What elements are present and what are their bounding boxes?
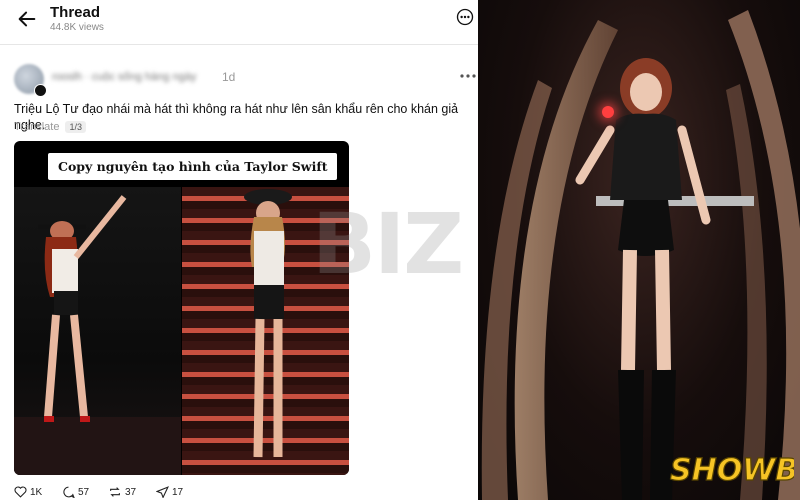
repost-button[interactable]: 37 bbox=[108, 486, 136, 498]
post-more-icon[interactable] bbox=[458, 69, 478, 83]
follow-badge-icon[interactable] bbox=[34, 84, 47, 97]
username[interactable]: rooslh · cuộc sống hàng ngày bbox=[52, 71, 196, 83]
svg-text:SHOWBIZ8: SHOWBIZ8 bbox=[670, 453, 794, 488]
top-bar: Thread 44.8K views bbox=[0, 0, 478, 45]
comment-icon bbox=[63, 486, 75, 498]
translate-link[interactable]: Translate bbox=[14, 121, 59, 133]
stage-light-red bbox=[602, 106, 614, 118]
page-title: Thread bbox=[50, 4, 101, 21]
action-bar: 1K 57 37 17 bbox=[14, 486, 314, 500]
more-options-icon[interactable] bbox=[456, 8, 474, 26]
stage-photo bbox=[478, 0, 800, 500]
stage-photo-left bbox=[14, 187, 181, 475]
like-button[interactable]: 1K bbox=[14, 486, 42, 498]
translate-row: Translate 1/3 bbox=[14, 121, 86, 133]
comment-count: 57 bbox=[78, 486, 90, 498]
watermark-faint: BIZ bbox=[312, 195, 464, 293]
heart-icon bbox=[14, 486, 27, 498]
stage-scene bbox=[481, 10, 800, 500]
post-media[interactable]: Copy nguyên tạo hình của Taylor Swift bbox=[14, 141, 349, 475]
like-count: 1K bbox=[30, 486, 43, 498]
view-count: 44.8K views bbox=[50, 22, 104, 33]
post-time: 1d bbox=[222, 70, 236, 84]
repost-count: 37 bbox=[125, 486, 137, 498]
repost-icon bbox=[110, 487, 120, 497]
comment-button[interactable]: 57 bbox=[62, 486, 89, 498]
showbiz8-logo: SHOWBIZ8 bbox=[669, 452, 794, 488]
back-arrow-icon[interactable] bbox=[16, 8, 38, 30]
share-count: 17 bbox=[172, 486, 184, 498]
post-header: rooslh · cuộc sống hàng ngày 1d bbox=[14, 64, 476, 97]
performer-silhouette-a bbox=[14, 195, 181, 475]
media-caption: Copy nguyên tạo hình của Taylor Swift bbox=[48, 153, 338, 180]
page-indicator: 1/3 bbox=[65, 121, 86, 133]
title-block: Thread 44.8K views bbox=[50, 4, 104, 34]
share-icon bbox=[156, 486, 169, 498]
share-button[interactable]: 17 bbox=[156, 486, 183, 498]
